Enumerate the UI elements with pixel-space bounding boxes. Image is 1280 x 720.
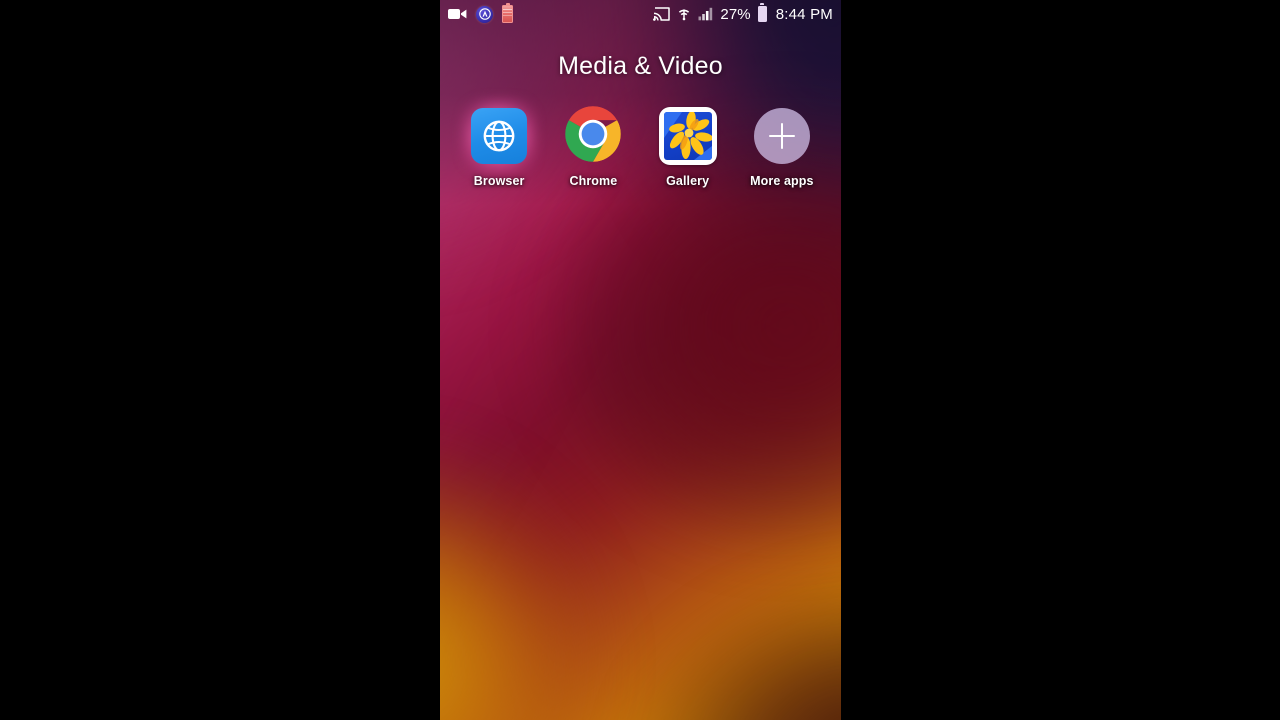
gallery-icon-wrap[interactable] — [657, 105, 719, 167]
battery-low-icon — [502, 5, 513, 23]
screenshot-stage: 27% 8:44 PM Media & Video Browser Chrome… — [0, 0, 1280, 720]
clock-label: 8:44 PM — [775, 5, 833, 23]
plus-vertical-bar — [780, 123, 784, 149]
app-item-chrome[interactable]: Chrome — [551, 105, 635, 188]
cellular-signal-icon — [698, 7, 714, 21]
app-item-gallery[interactable]: Gallery — [646, 105, 730, 188]
chrome-icon-wrap[interactable] — [562, 105, 624, 167]
plus-icon[interactable] — [753, 108, 810, 164]
chrome-icon[interactable] — [564, 105, 622, 168]
battery-percent-label: 27% — [720, 5, 751, 23]
az-recorder-icon — [476, 5, 493, 23]
app-label-chrome: Chrome — [569, 174, 618, 188]
wifi-icon — [676, 7, 692, 21]
status-bar-right-icons: 27% 8:44 PM — [653, 6, 833, 22]
folder-app-grid: Browser Chrome Gallery More apps — [440, 98, 841, 188]
app-item-more-apps[interactable]: More apps — [740, 105, 824, 188]
app-label-browser: Browser — [473, 174, 525, 188]
phone-screen: 27% 8:44 PM Media & Video Browser Chrome… — [440, 0, 841, 720]
folder-title[interactable]: Media & Video — [440, 52, 841, 81]
status-bar: 27% 8:44 PM — [440, 0, 841, 28]
globe-icon[interactable] — [471, 108, 528, 164]
gallery-photo-frame — [663, 112, 712, 160]
cast-icon — [653, 7, 671, 21]
battery-icon — [757, 6, 767, 22]
screen-record-camera-icon — [448, 7, 467, 21]
gallery-icon[interactable] — [658, 107, 717, 165]
app-label-gallery: Gallery — [666, 174, 710, 188]
app-item-browser[interactable]: Browser — [457, 98, 541, 188]
status-bar-left-icons — [448, 5, 513, 23]
browser-icon-wrap[interactable] — [461, 98, 538, 174]
app-label-more-apps: More apps — [750, 174, 814, 188]
more-apps-icon-wrap[interactable] — [751, 105, 813, 167]
